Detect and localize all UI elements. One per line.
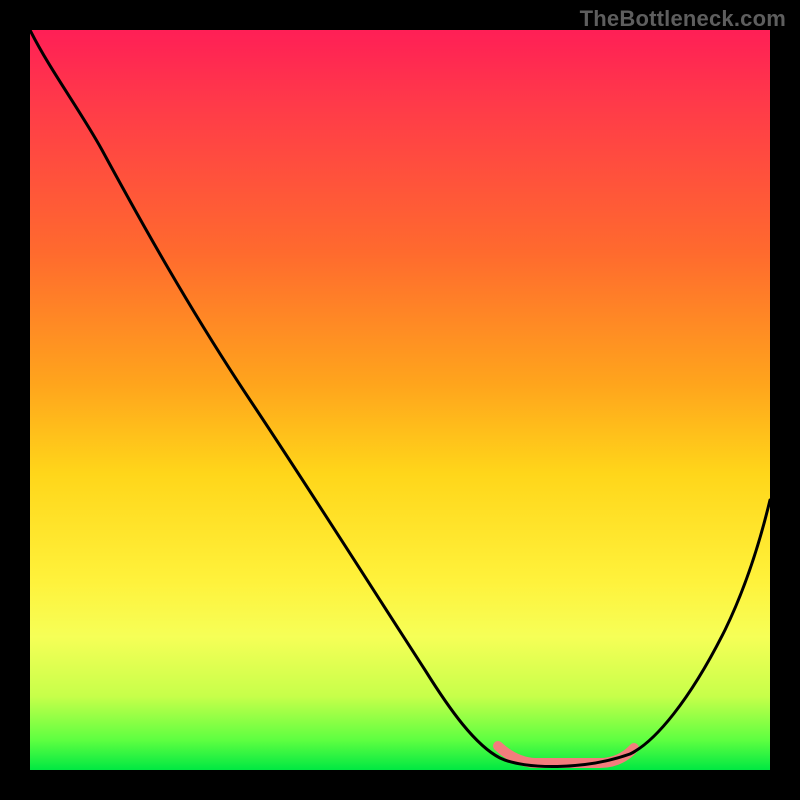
chart-frame: TheBottleneck.com <box>0 0 800 800</box>
watermark-text: TheBottleneck.com <box>580 6 786 32</box>
bottleneck-curve <box>30 30 770 767</box>
chart-overlay <box>30 30 770 770</box>
plot-area <box>30 30 770 770</box>
